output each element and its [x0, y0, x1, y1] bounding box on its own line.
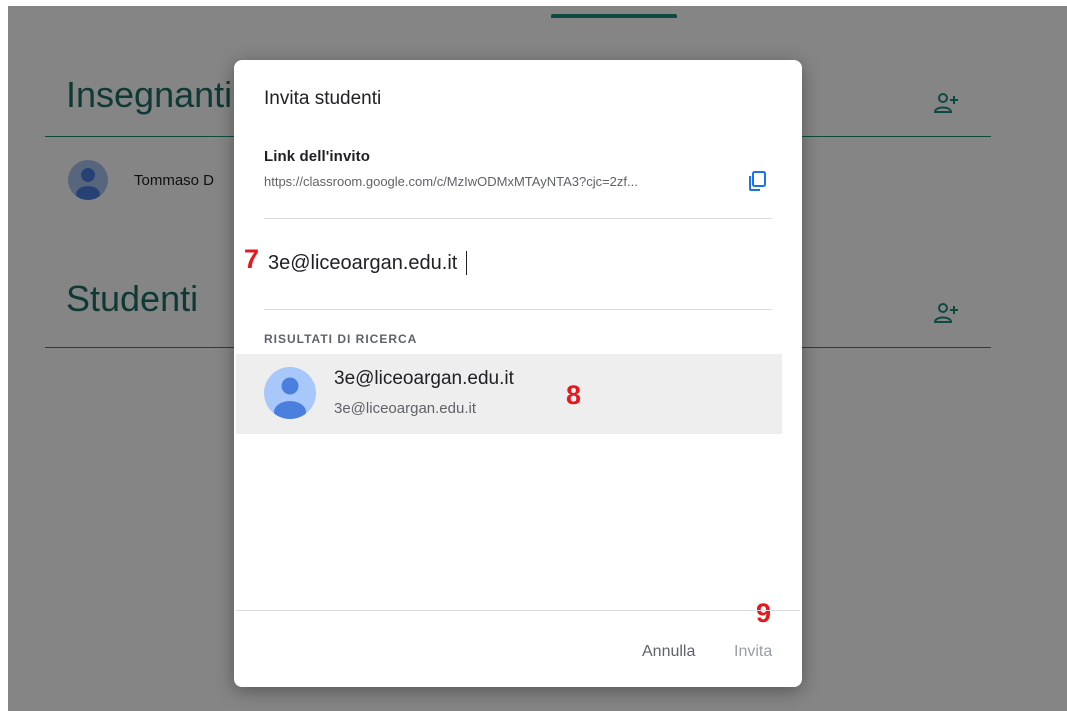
student-search-input[interactable] — [268, 248, 748, 278]
step-annotation-7: 7 — [244, 244, 260, 274]
invite-link-label: Link dell'invito — [264, 148, 371, 165]
result-email: 3e@liceoargan.edu.it — [334, 400, 476, 417]
invite-link-url[interactable]: https://classroom.google.com/c/MzIwODMxM… — [264, 174, 726, 189]
dialog-title: Invita studenti — [264, 88, 382, 109]
cancel-button[interactable]: Annulla — [642, 643, 695, 661]
account-avatar-icon — [274, 377, 306, 419]
footer-divider — [236, 610, 800, 611]
search-result-item[interactable]: 3e@liceoargan.edu.it 3e@liceoargan.edu.i… — [236, 354, 782, 434]
classroom-people-page: Insegnanti Tommaso D Studenti Invita stu… — [8, 6, 1067, 711]
search-divider — [264, 309, 772, 310]
invite-button[interactable]: Invita — [734, 643, 772, 661]
copy-icon[interactable] — [746, 170, 768, 192]
text-caret — [466, 251, 467, 275]
avatar — [264, 367, 316, 419]
step-annotation-9: 9 — [756, 598, 772, 628]
invite-students-dialog: Invita studenti Link dell'invito https:/… — [234, 60, 802, 687]
search-results-label: RISULTATI DI RICERCA — [264, 332, 418, 346]
result-name: 3e@liceoargan.edu.it — [334, 368, 514, 389]
step-annotation-8: 8 — [566, 380, 582, 410]
link-divider — [264, 218, 772, 219]
